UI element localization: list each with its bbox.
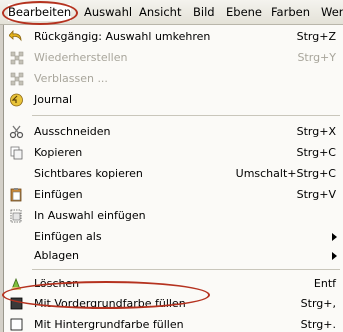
- menu-item-redo[interactable]: Wiederherstellen Strg+Y: [4, 48, 343, 67]
- menu-item-paste[interactable]: Einfügen Strg+V: [4, 185, 343, 204]
- menu-item-label: Sichtbares kopieren: [34, 167, 143, 180]
- menu-item-label: Kopieren: [34, 146, 83, 159]
- menu-item-shortcut: Strg+.: [300, 318, 336, 331]
- menu-item-label: Wiederherstellen: [34, 51, 128, 64]
- menu-werkzeuge[interactable]: Wer: [321, 4, 343, 21]
- menu-auswahl[interactable]: Auswahl: [84, 4, 132, 21]
- menu-separator: [32, 115, 340, 116]
- copy-icon: [9, 145, 24, 160]
- menu-item-copy[interactable]: Kopieren Strg+C: [4, 143, 343, 162]
- menu-ansicht[interactable]: Ansicht: [139, 4, 181, 21]
- submenu-arrow-icon: [332, 252, 337, 260]
- menu-item-label: Rückgängig: Auswahl umkehren: [34, 30, 211, 43]
- menu-farben[interactable]: Farben: [271, 4, 310, 21]
- submenu-arrow-icon: [332, 233, 337, 241]
- menu-item-shortcut: Strg+X: [296, 125, 336, 138]
- menu-item-undo[interactable]: Rückgängig: Auswahl umkehren Strg+Z: [4, 27, 343, 46]
- menu-item-shortcut: Strg+V: [296, 188, 336, 201]
- menu-item-label: Ausschneiden: [34, 125, 111, 138]
- menu-item-copy-visible[interactable]: Sichtbares kopieren Umschalt+Strg+C: [4, 164, 343, 183]
- undo-icon: [8, 29, 24, 44]
- highlight-ellipse-fill-item: [2, 281, 210, 309]
- paste-icon: [9, 187, 24, 202]
- menu-item-shortcut: Strg+C: [296, 146, 336, 159]
- menu-item-shortcut: Entf: [313, 277, 336, 290]
- menu-item-shortcut: Strg+Y: [297, 51, 336, 64]
- fade-icon: [9, 71, 24, 86]
- menu-item-label: Verblassen ...: [34, 72, 108, 85]
- menu-item-paste-as[interactable]: Einfügen als: [4, 227, 343, 246]
- menu-item-shortcut: Strg+,: [300, 297, 336, 310]
- menu-item-fade[interactable]: Verblassen ...: [4, 69, 343, 88]
- menu-item-label: Journal: [34, 93, 73, 106]
- menu-item-label: Mit Hintergrundfarbe füllen: [34, 318, 184, 331]
- journal-icon: [9, 92, 24, 107]
- menu-bild[interactable]: Bild: [193, 4, 215, 21]
- menu-item-label: Einfügen als: [34, 230, 102, 243]
- menu-ebene[interactable]: Ebene: [226, 4, 262, 21]
- paste-into-icon: [9, 208, 24, 223]
- redo-icon: [9, 50, 24, 65]
- bg-fill-icon: [9, 317, 24, 332]
- menu-item-label: Einfügen: [34, 188, 83, 201]
- menu-item-shortcut: Strg+Z: [296, 30, 336, 43]
- highlight-ellipse-menu: [2, 1, 78, 25]
- scissors-icon: [9, 124, 24, 139]
- menu-item-fill-bg[interactable]: Mit Hintergrundfarbe füllen Strg+.: [4, 315, 343, 332]
- menu-item-journal[interactable]: Journal: [4, 90, 343, 109]
- menu-item-label: In Auswahl einfügen: [34, 209, 146, 222]
- menu-item-paste-into[interactable]: In Auswahl einfügen: [4, 206, 343, 225]
- menu-item-cut[interactable]: Ausschneiden Strg+X: [4, 122, 343, 141]
- menu-separator: [32, 269, 340, 270]
- menu-item-label: Ablagen: [34, 249, 80, 262]
- menu-item-buffers[interactable]: Ablagen: [4, 246, 343, 265]
- menu-item-shortcut: Umschalt+Strg+C: [235, 167, 336, 180]
